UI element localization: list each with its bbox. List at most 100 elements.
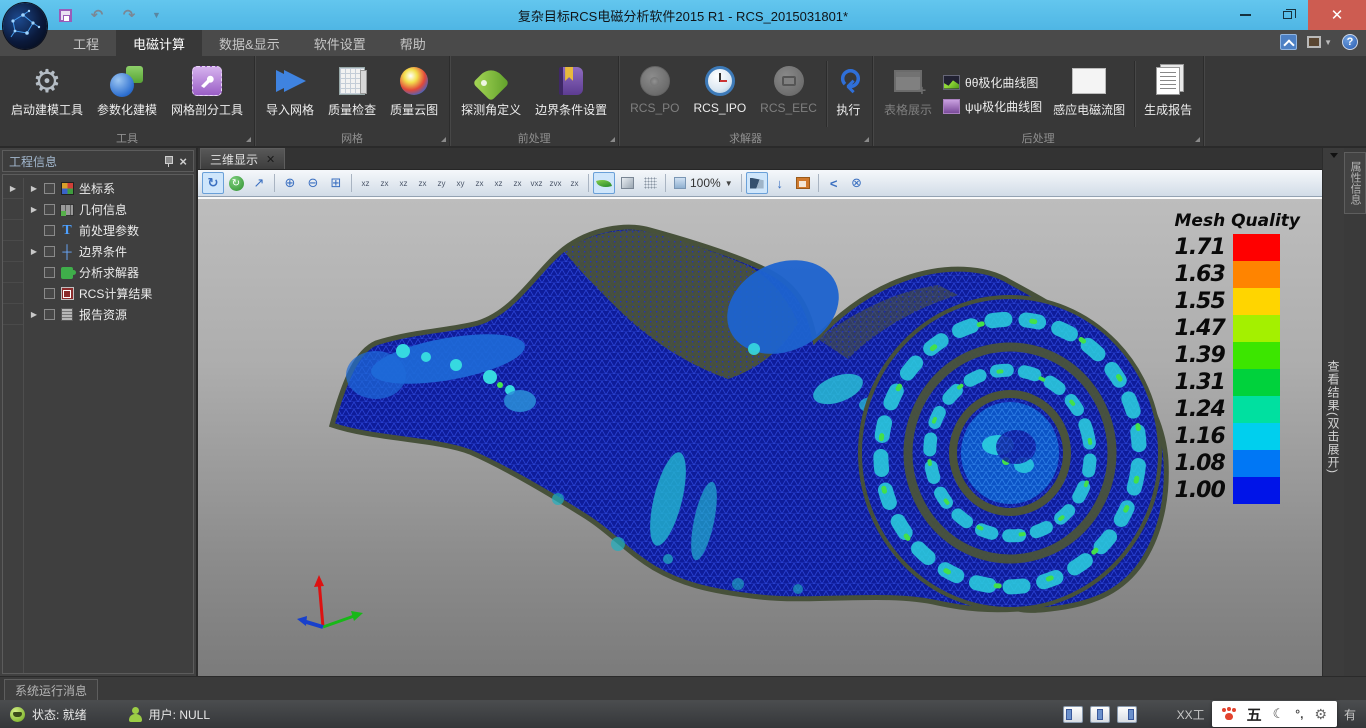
- tab-data-display[interactable]: 数据&显示: [202, 30, 297, 56]
- boundary-settings-button[interactable]: 边界条件设置: [528, 59, 614, 129]
- mesh-partition-button[interactable]: 网格剖分工具: [164, 59, 250, 129]
- app-logo-icon[interactable]: [3, 3, 47, 49]
- quality-check-button[interactable]: 质量检查: [321, 59, 383, 129]
- ime-settings-icon[interactable]: ⚙: [1314, 706, 1327, 723]
- window-layout-icon[interactable]: ▼: [1307, 36, 1332, 48]
- parametric-modeling-button[interactable]: 参数化建模: [90, 59, 164, 129]
- property-info-tab[interactable]: 属性信息: [1344, 152, 1366, 214]
- expander-icon[interactable]: ▶: [28, 310, 40, 319]
- execute-button[interactable]: ⟳ 执行: [829, 59, 868, 129]
- export-image-icon[interactable]: [792, 172, 814, 194]
- tree-checkbox[interactable]: [44, 288, 55, 299]
- undo-icon[interactable]: ↶: [88, 7, 106, 23]
- view-orientation-button[interactable]: xz: [489, 173, 508, 193]
- group-expand-icon[interactable]: [441, 137, 446, 142]
- zoom-in-icon[interactable]: ⊕: [279, 172, 301, 194]
- tab-close-icon[interactable]: ✕: [266, 153, 275, 166]
- ime-toolbar[interactable]: 五 ☾ °, ⚙: [1212, 701, 1337, 727]
- orbit-icon[interactable]: ↻: [225, 172, 247, 194]
- tree-item-analysis-solver[interactable]: 分析求解器: [3, 262, 193, 283]
- tab-help[interactable]: 帮助: [383, 30, 443, 56]
- expander-icon[interactable]: ▶: [28, 247, 40, 256]
- generate-report-button[interactable]: 生成报告: [1137, 59, 1199, 129]
- ime-mode-label[interactable]: 五: [1247, 704, 1262, 725]
- restore-button[interactable]: [1266, 0, 1308, 30]
- view-orientation-button[interactable]: xz: [356, 173, 375, 193]
- tree-checkbox[interactable]: [44, 183, 55, 194]
- view-orientation-button[interactable]: zx: [413, 173, 432, 193]
- results-collapsed-bar[interactable]: 查看结果(双击展开): [1322, 148, 1344, 676]
- layout-left-button[interactable]: [1063, 706, 1083, 723]
- view-orientation-button[interactable]: zy: [432, 173, 451, 193]
- grid-view-icon[interactable]: [639, 172, 661, 194]
- import-mesh-button[interactable]: 导入网格: [259, 59, 321, 129]
- group-expand-icon[interactable]: [246, 137, 251, 142]
- redo-icon[interactable]: ↷: [120, 7, 138, 23]
- view-orientation-button[interactable]: zvx: [546, 173, 565, 193]
- rcs-po-button[interactable]: RCS_PO: [623, 59, 686, 129]
- view-orientation-button[interactable]: xz: [394, 173, 413, 193]
- rcs-eec-button[interactable]: RCS_EEC: [753, 59, 824, 129]
- tree-checkbox[interactable]: [44, 246, 55, 257]
- rcs-ipo-button[interactable]: RCS_IPO: [686, 59, 753, 129]
- theta-curve-button[interactable]: θθ极化曲线图: [939, 73, 1046, 92]
- panel-close-icon[interactable]: ×: [179, 154, 187, 169]
- gutter-expander-icon[interactable]: ▶: [3, 178, 23, 199]
- moon-icon[interactable]: ☾: [1273, 706, 1285, 722]
- view-orientation-button[interactable]: zx: [508, 173, 527, 193]
- quality-cloud-button[interactable]: 质量云图: [383, 59, 445, 129]
- save-icon[interactable]: [56, 7, 74, 23]
- group-expand-icon[interactable]: [864, 137, 869, 142]
- help-icon[interactable]: ?: [1342, 34, 1358, 50]
- tree-item-report-resources[interactable]: ▶ 报告资源: [3, 304, 193, 325]
- pin-icon[interactable]: [164, 155, 173, 167]
- share-icon[interactable]: <: [823, 172, 845, 194]
- tree-item-boundary-conditions[interactable]: ▶ ┼ 边界条件: [3, 241, 193, 262]
- zoom-level-combo[interactable]: 100% ▼: [670, 172, 737, 194]
- collapse-ribbon-icon[interactable]: [1280, 34, 1297, 50]
- punctuation-icon[interactable]: °,: [1295, 707, 1303, 721]
- tab-software-settings[interactable]: 软件设置: [297, 30, 383, 56]
- zoom-fit-icon[interactable]: ⊞: [325, 172, 347, 194]
- layout-center-button[interactable]: [1090, 706, 1110, 723]
- tree-item-geometry-info[interactable]: ▶ 几何信息: [3, 199, 193, 220]
- tree-item-rcs-results[interactable]: RCS计算结果: [3, 283, 193, 304]
- detect-angle-button[interactable]: 探测角定义: [454, 59, 528, 129]
- qat-dropdown-icon[interactable]: ▼: [152, 10, 161, 20]
- expander-icon[interactable]: ▶: [28, 184, 40, 193]
- shaded-view-icon[interactable]: [593, 172, 615, 194]
- zoom-out-icon[interactable]: ⊖: [302, 172, 324, 194]
- group-expand-icon[interactable]: [1195, 137, 1200, 142]
- view-orientation-button[interactable]: zx: [375, 173, 394, 193]
- expander-icon[interactable]: ▶: [28, 205, 40, 214]
- tab-em-compute[interactable]: 电磁计算: [116, 30, 202, 56]
- minimize-button[interactable]: [1224, 0, 1266, 30]
- table-show-button[interactable]: 表格展示: [877, 59, 939, 129]
- rotate-view-icon[interactable]: ↻: [202, 172, 224, 194]
- ime-logo-icon[interactable]: [1222, 708, 1236, 721]
- psi-curve-button[interactable]: ψψ极化曲线图: [939, 97, 1046, 116]
- tree-item-preprocess-params[interactable]: T 前处理参数: [3, 220, 193, 241]
- tree-checkbox[interactable]: [44, 309, 55, 320]
- close-view-icon[interactable]: ⊗: [846, 172, 868, 194]
- group-expand-icon[interactable]: [610, 137, 615, 142]
- view-orientation-button[interactable]: xy: [451, 173, 470, 193]
- tree-checkbox[interactable]: [44, 225, 55, 236]
- layout-right-button[interactable]: [1117, 706, 1137, 723]
- induced-current-button[interactable]: 感应电磁流图: [1046, 59, 1132, 129]
- view-orientation-button[interactable]: zx: [565, 173, 584, 193]
- launch-modeling-button[interactable]: ⚙ 启动建模工具: [4, 59, 90, 129]
- tree-item-coordinate-system[interactable]: ▶ 坐标系: [3, 178, 193, 199]
- down-arrow-icon[interactable]: ↓: [769, 172, 791, 194]
- tree-checkbox[interactable]: [44, 267, 55, 278]
- tab-3d-display[interactable]: 三维显示 ✕: [200, 148, 285, 169]
- pan-icon[interactable]: ↗: [248, 172, 270, 194]
- tree-checkbox[interactable]: [44, 204, 55, 215]
- viewport-3d[interactable]: Mesh Quality 1.711.631.551.471.391.311.2…: [198, 197, 1322, 676]
- view-orientation-button[interactable]: zx: [470, 173, 489, 193]
- tab-engineering[interactable]: 工程: [56, 30, 116, 56]
- wireframe-view-icon[interactable]: [616, 172, 638, 194]
- view-orientation-button[interactable]: vxz: [527, 173, 546, 193]
- close-button[interactable]: ✕: [1308, 0, 1366, 30]
- system-messages-tab[interactable]: 系统运行消息: [4, 679, 98, 700]
